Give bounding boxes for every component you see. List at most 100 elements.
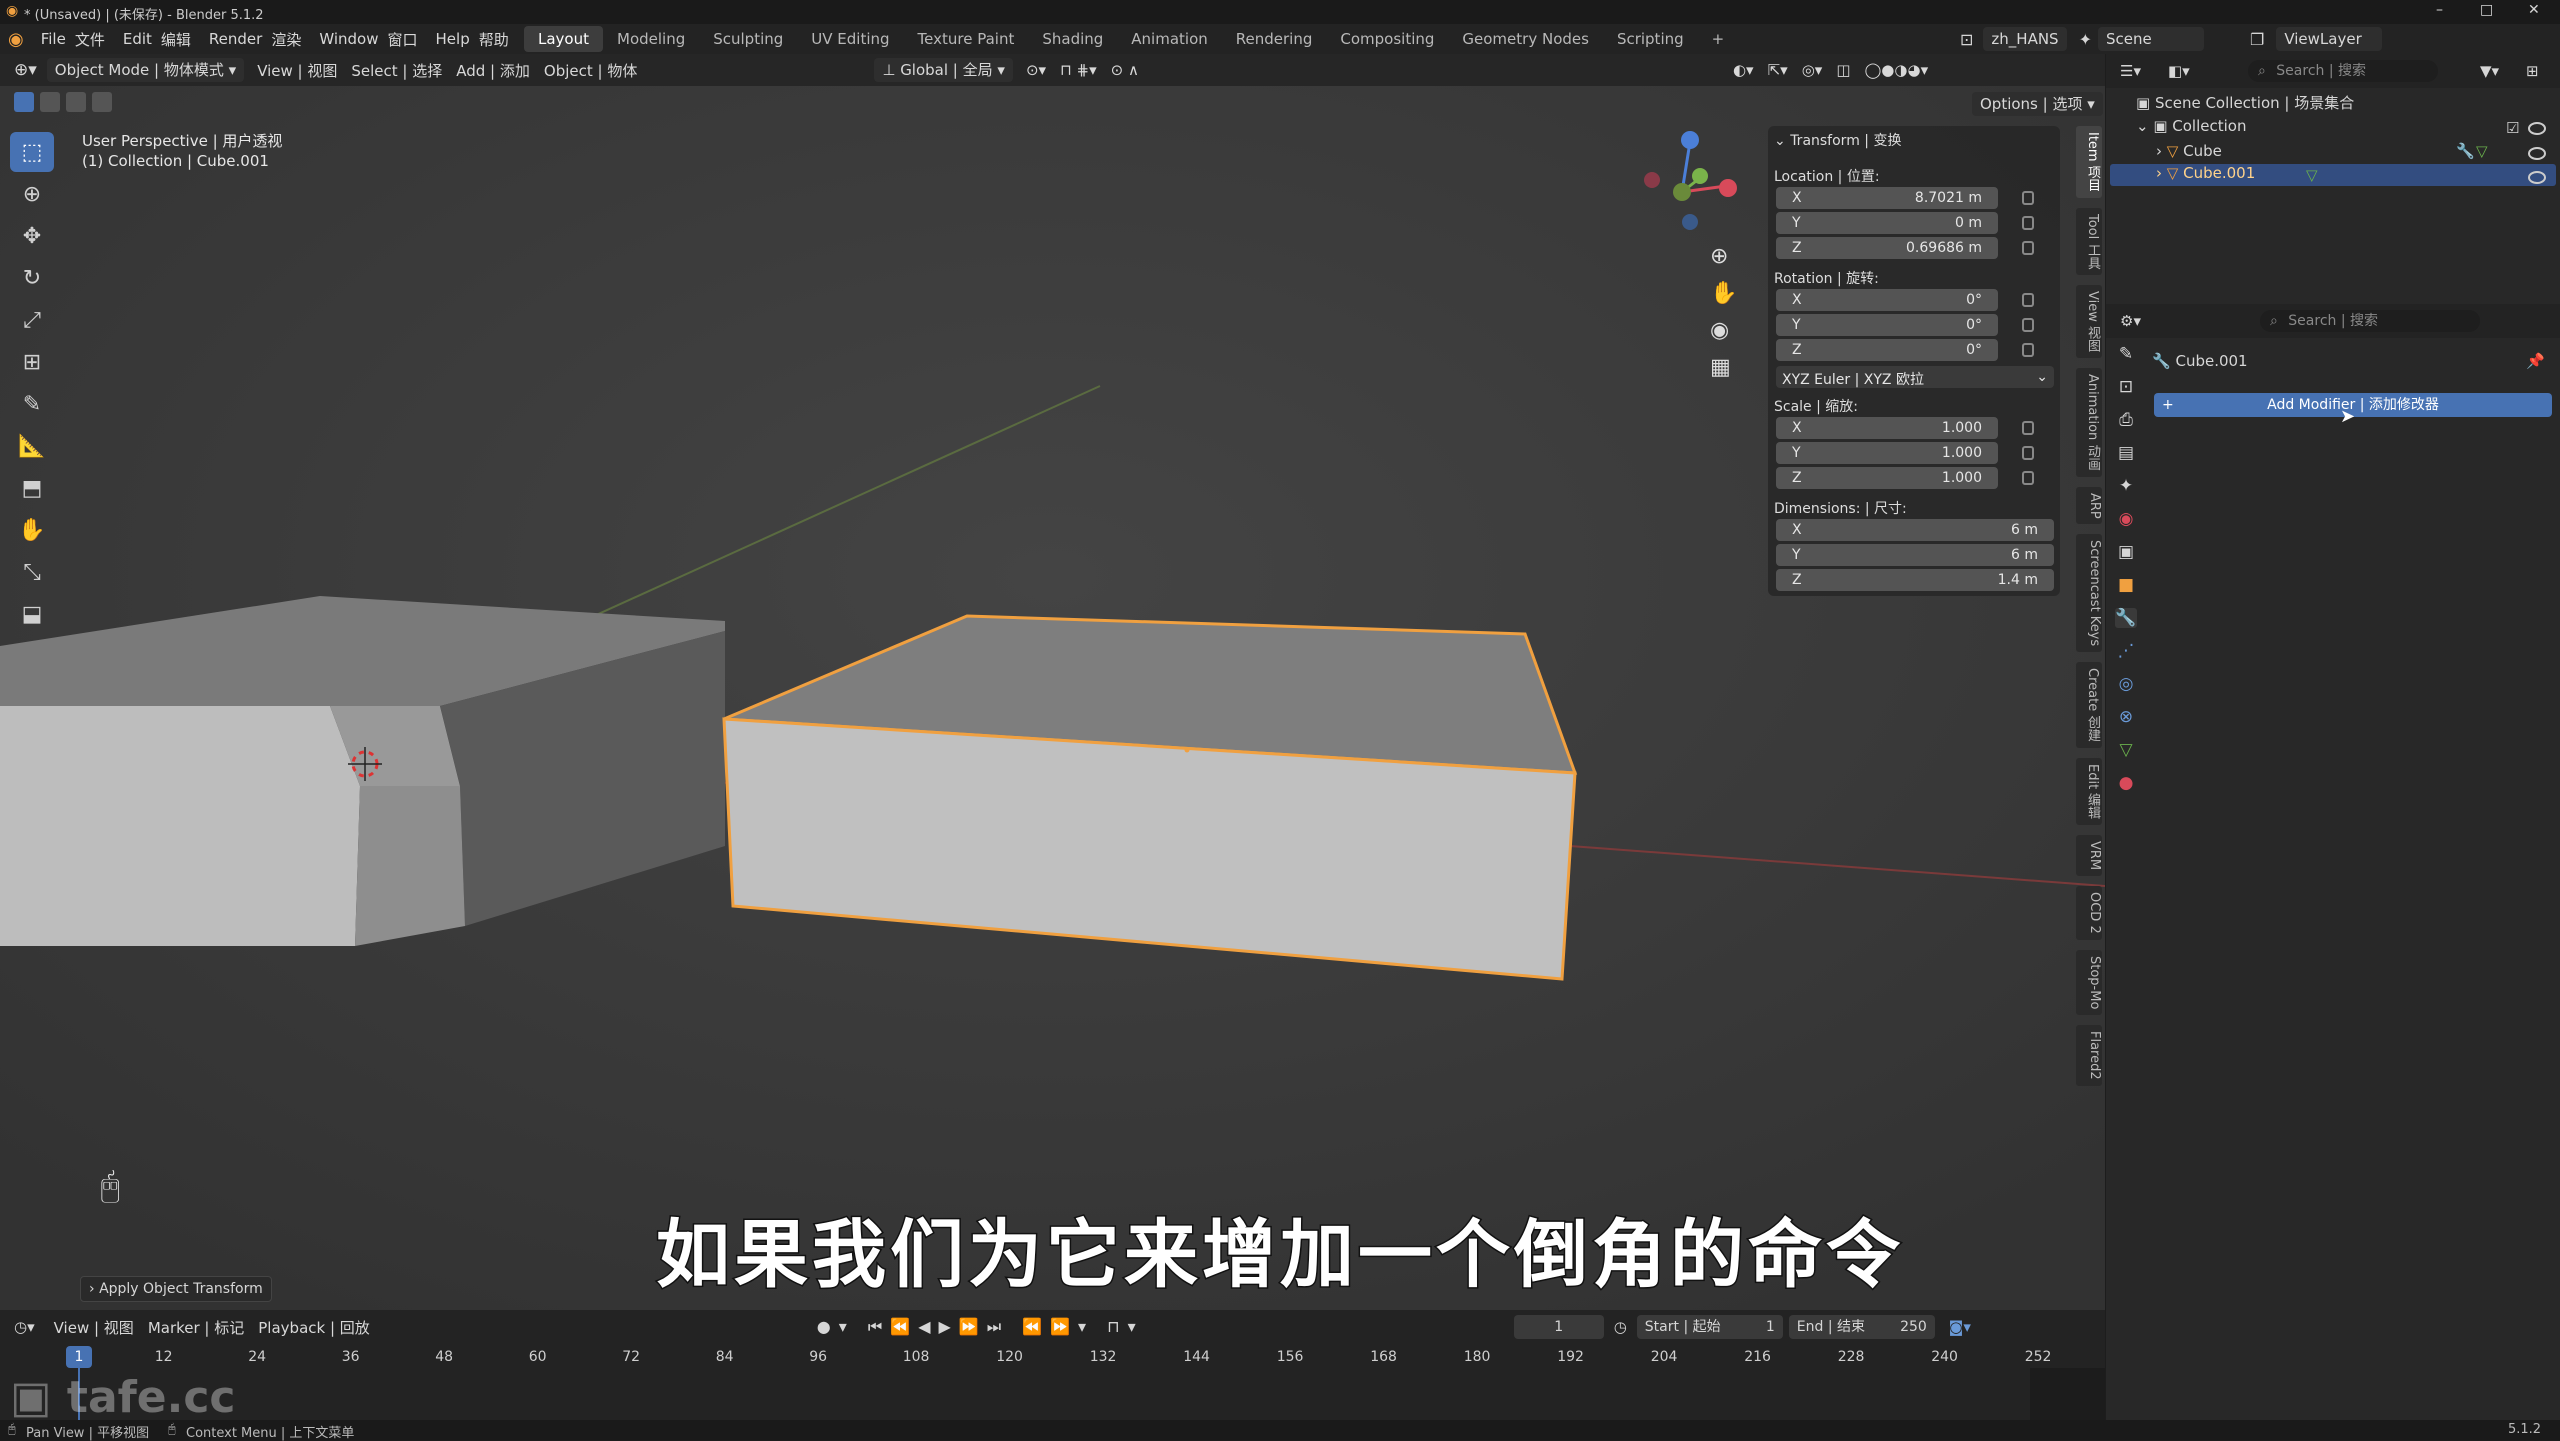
tab-sculpting[interactable]: Sculpting xyxy=(699,26,797,52)
new-collection-icon[interactable]: ⊞ xyxy=(2526,62,2539,80)
snap-icon[interactable]: ⊓ ⋕▾ xyxy=(1053,61,1104,79)
lock-icon[interactable] xyxy=(2022,421,2034,435)
lock-icon[interactable] xyxy=(2022,318,2034,332)
gizmo-neg-x-icon[interactable] xyxy=(1644,172,1660,188)
extrude-tool-icon[interactable]: ⬓ xyxy=(10,594,54,634)
current-frame-field[interactable]: 1 xyxy=(1513,1315,1604,1339)
transform-tool-icon[interactable]: ⊞ xyxy=(10,342,54,382)
menu-window-zh[interactable]: 窗口 xyxy=(388,29,427,50)
constraints-icon[interactable]: ⊗ xyxy=(2119,707,2133,727)
lock-icon[interactable] xyxy=(2022,343,2034,357)
outliner-item-cube[interactable]: › ▽ Cube 🔧 ▽ xyxy=(2156,142,2556,160)
lock-icon[interactable] xyxy=(2022,191,2034,205)
tab-arp[interactable]: ARP xyxy=(2076,486,2102,525)
dimensions-y-field[interactable]: Y 6 m xyxy=(1776,544,2054,566)
scene-properties-icon[interactable]: ✦ xyxy=(2119,476,2133,496)
tab-modeling[interactable]: Modeling xyxy=(603,26,699,52)
lock-icon[interactable] xyxy=(2022,216,2034,230)
scale-y-field[interactable]: Y 1.000 xyxy=(1776,442,1998,464)
location-x-field[interactable]: X 8.7021 m xyxy=(1776,187,1998,209)
world-properties-icon[interactable]: ◉ xyxy=(2119,509,2134,529)
scale-tool-icon[interactable]: ⤢ xyxy=(10,300,54,340)
select-tool-icon[interactable]: ⬚ xyxy=(10,132,54,172)
location-y-field[interactable]: Y 0 m xyxy=(1776,212,1998,234)
tool-properties-icon[interactable]: ✎ xyxy=(2119,344,2133,364)
tab-compositing[interactable]: Compositing xyxy=(1326,26,1448,52)
mesh-data-icon[interactable]: ▽ xyxy=(2476,142,2488,160)
cursor-tool-icon[interactable]: ⊕ xyxy=(10,174,54,214)
tab-edit[interactable]: Edit 编辑 xyxy=(2076,757,2102,826)
tab-uv-editing[interactable]: UV Editing xyxy=(797,26,903,52)
mesh-data-icon[interactable]: ▽ xyxy=(2306,166,2318,184)
lock-icon[interactable] xyxy=(2022,241,2034,255)
properties-editor-icon[interactable]: ⚙▾ xyxy=(2120,312,2141,330)
scale-z-field[interactable]: Z 1.000 xyxy=(1776,467,1998,489)
menu-render-zh[interactable]: 渲染 xyxy=(271,29,310,50)
start-frame-field[interactable]: Start | 起始 1 xyxy=(1636,1315,1783,1339)
tab-geometry-nodes[interactable]: Geometry Nodes xyxy=(1448,26,1603,52)
shear-tool-icon[interactable]: ⤡ xyxy=(10,552,54,592)
annotate-tool-icon[interactable]: ✎ xyxy=(10,384,54,424)
collection-properties-icon[interactable]: ▣ xyxy=(2118,542,2134,562)
gizmo-y-icon[interactable] xyxy=(1692,168,1708,184)
data-properties-icon[interactable]: ▽ xyxy=(2119,740,2132,760)
menu-object[interactable]: Object | 物体 xyxy=(537,60,644,81)
scene-selector[interactable]: Scene xyxy=(2097,27,2204,51)
modifier-properties-icon[interactable]: 🔧 xyxy=(2115,608,2137,628)
select-extend-icon[interactable] xyxy=(40,92,60,112)
pin-icon[interactable]: 📌 xyxy=(2526,352,2545,370)
end-frame-field[interactable]: End | 结束 250 xyxy=(1788,1315,1935,1339)
material-properties-icon[interactable]: ● xyxy=(2119,773,2134,793)
eye-icon[interactable] xyxy=(2528,170,2546,188)
outliner-item-cube-001[interactable]: › ▽ Cube.001 ▽ xyxy=(2110,164,2556,186)
menu-render[interactable]: Render xyxy=(200,30,271,48)
menu-file[interactable]: File xyxy=(32,30,75,48)
tab-screencast-keys[interactable]: Screencast Keys xyxy=(2076,534,2102,653)
rotation-z-field[interactable]: Z 0° xyxy=(1776,339,1998,361)
collection-row[interactable]: ⌄ ▣ Collection ☑ xyxy=(2136,117,2556,137)
measure-tool-icon[interactable]: 📐 xyxy=(10,426,54,466)
move-tool-icon[interactable]: ✥ xyxy=(10,216,54,256)
eye-icon[interactable] xyxy=(2528,121,2546,139)
view-layer-properties-icon[interactable]: ▤ xyxy=(2118,443,2134,463)
playhead-current-frame[interactable]: 1 xyxy=(66,1346,92,1368)
editor-type-icon[interactable]: ⊕▾ xyxy=(14,60,37,80)
particles-icon[interactable]: ⋰ xyxy=(2118,641,2135,661)
rotation-x-field[interactable]: X 0° xyxy=(1776,289,1998,311)
gizmo-neg-z-icon[interactable] xyxy=(1682,214,1698,230)
outliner-search-input[interactable]: ⌕ Search | 搜索 xyxy=(2248,60,2438,82)
display-mode-icon[interactable]: ◧▾ xyxy=(2168,62,2190,80)
proportional-edit-icon[interactable]: ⊙ ∧ xyxy=(1104,61,1146,79)
scale-x-field[interactable]: X 1.000 xyxy=(1776,417,1998,439)
tab-texture-paint[interactable]: Texture Paint xyxy=(904,26,1029,52)
keying-icon[interactable]: ◙▾ xyxy=(1949,1318,1971,1336)
select-box-icon[interactable] xyxy=(14,92,34,112)
tab-tool[interactable]: Tool 工具 xyxy=(2076,207,2102,276)
dimensions-x-field[interactable]: X 6 m xyxy=(1776,519,2054,541)
menu-help[interactable]: Help xyxy=(427,30,479,48)
options-menu[interactable]: Options | 选项 ▾ xyxy=(1972,92,2103,116)
tab-create[interactable]: Create 创建 xyxy=(2076,662,2102,748)
output-properties-icon[interactable]: ⎙ xyxy=(2119,410,2133,430)
menu-add[interactable]: Add | 添加 xyxy=(449,60,537,81)
menu-file-zh[interactable]: 文件 xyxy=(75,29,114,50)
tab-ocd2[interactable]: OCD 2 xyxy=(2076,886,2102,940)
transform-orientation-selector[interactable]: ⊥ Global | 全局 ▾ xyxy=(874,58,1013,82)
lock-icon[interactable] xyxy=(2022,446,2034,460)
xray-icon[interactable]: ◫ xyxy=(1829,61,1857,79)
render-properties-icon[interactable]: ⊡ xyxy=(2119,377,2133,397)
location-z-field[interactable]: Z 0.69686 m xyxy=(1776,237,1998,259)
tab-flared2[interactable]: Flared2 xyxy=(2076,1025,2102,1087)
rotate-tool-icon[interactable]: ↻ xyxy=(10,258,54,298)
view-layer-selector[interactable]: ViewLayer xyxy=(2276,27,2383,51)
minimize-button[interactable]: – xyxy=(2436,2,2443,18)
modifier-wrench-icon[interactable]: 🔧 xyxy=(2456,142,2475,160)
transform-section-header[interactable]: ⌄ Transform | 变换 xyxy=(1774,130,1901,150)
menu-edit-zh[interactable]: 编辑 xyxy=(161,29,200,50)
timeline-menu-marker[interactable]: Marker | 标记 xyxy=(141,1317,251,1338)
pivot-icon[interactable]: ⊙▾ xyxy=(1019,61,1053,79)
mode-selector[interactable]: Object Mode | 物体模式 ▾ xyxy=(46,58,245,82)
tab-vrm[interactable]: VRM xyxy=(2076,835,2102,877)
rotation-mode-selector[interactable]: XYZ Euler | XYZ 欧拉 ⌄ xyxy=(1776,366,2054,388)
gizmo-z-icon[interactable] xyxy=(1681,131,1699,149)
